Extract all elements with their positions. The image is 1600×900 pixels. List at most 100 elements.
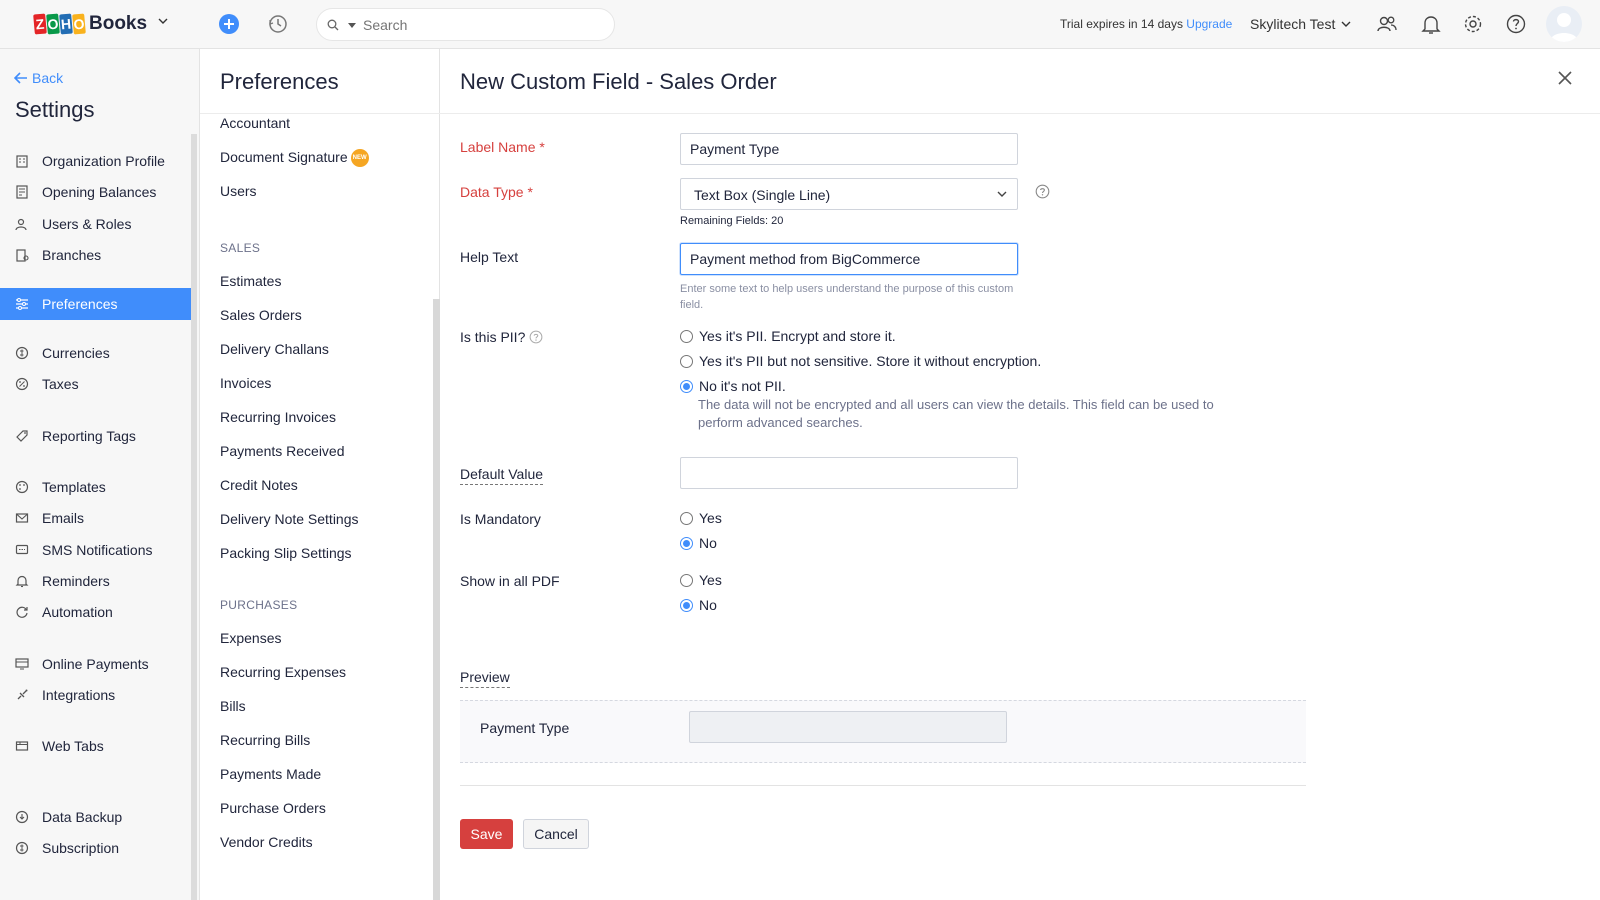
- radio-label: No: [699, 535, 717, 551]
- radio-button[interactable]: [680, 329, 693, 343]
- radio-label: Yes it's PII but not sensitive. Store it…: [699, 353, 1042, 369]
- zoho-books-logo[interactable]: Z O H O Books: [33, 12, 147, 36]
- trial-text: Trial expires in 14 days: [1060, 17, 1183, 31]
- sidebar-item-label: Templates: [42, 479, 106, 495]
- help-icon[interactable]: [1505, 13, 1527, 35]
- pref-item-recurring-expenses[interactable]: Recurring Expenses: [220, 664, 346, 680]
- subscription-icon: [15, 841, 29, 855]
- chevron-down-icon[interactable]: [158, 16, 168, 26]
- show-pdf-yes-option[interactable]: Yes: [680, 572, 722, 588]
- custom-field-form: New Custom Field - Sales Order Label Nam…: [440, 49, 1600, 900]
- sidebar-item-currencies[interactable]: Currencies: [0, 337, 191, 369]
- search-input[interactable]: [363, 15, 593, 35]
- pref-item-invoices[interactable]: Invoices: [220, 375, 271, 391]
- radio-button[interactable]: [680, 511, 693, 525]
- quick-create-button[interactable]: [219, 14, 239, 34]
- help-text-input[interactable]: [680, 243, 1018, 275]
- data-type-help-icon[interactable]: [1035, 184, 1050, 199]
- pref-item-payments-made[interactable]: Payments Made: [220, 766, 321, 782]
- save-button[interactable]: Save: [460, 819, 513, 849]
- search-bar[interactable]: [316, 8, 615, 41]
- close-icon[interactable]: [1556, 69, 1574, 87]
- preview-field-input: [689, 711, 1007, 743]
- pref-item-delivery-challans[interactable]: Delivery Challans: [220, 341, 329, 357]
- sidebar-item-web-tabs[interactable]: Web Tabs: [0, 730, 191, 762]
- pref-item-purchase-orders[interactable]: Purchase Orders: [220, 800, 326, 816]
- back-link[interactable]: Back: [14, 70, 63, 86]
- org-switcher[interactable]: Skylitech Test: [1250, 16, 1351, 32]
- data-type-value: Text Box (Single Line): [694, 187, 831, 203]
- pref-item-accountant[interactable]: Accountant: [220, 115, 290, 131]
- notification-bell-icon[interactable]: [1420, 13, 1442, 35]
- data-type-select[interactable]: Text Box (Single Line): [680, 178, 1018, 210]
- pref-item-bills[interactable]: Bills: [220, 698, 246, 714]
- pref-item-recurring-invoices[interactable]: Recurring Invoices: [220, 409, 336, 425]
- sidebar-item-reminders[interactable]: Reminders: [0, 565, 191, 597]
- history-icon[interactable]: [268, 14, 288, 34]
- pref-item-recurring-bills[interactable]: Recurring Bills: [220, 732, 310, 748]
- pref-item-document-signature[interactable]: Document Signature NEW: [220, 149, 369, 168]
- sidebar-item-users-roles[interactable]: Users & Roles: [0, 208, 191, 240]
- sidebar-item-opening-balances[interactable]: Opening Balances: [0, 176, 191, 208]
- sidebar-item-preferences[interactable]: Preferences: [0, 288, 191, 320]
- sidebar-item-automation[interactable]: Automation: [0, 596, 191, 628]
- radio-button[interactable]: [680, 354, 693, 368]
- pii-help-icon[interactable]: [529, 330, 543, 344]
- pref-item-estimates[interactable]: Estimates: [220, 273, 281, 289]
- label-name-input[interactable]: [680, 133, 1018, 165]
- back-label: Back: [32, 70, 64, 86]
- sidebar-item-branches[interactable]: Branches: [0, 239, 191, 271]
- palette-icon: [15, 480, 29, 494]
- bell-icon: [15, 574, 29, 588]
- top-bar: Z O H O Books Trial expires in 14 days U…: [0, 0, 1600, 49]
- radio-button-selected[interactable]: [680, 379, 693, 393]
- user-avatar[interactable]: [1546, 6, 1582, 42]
- show-pdf-no-option[interactable]: No: [680, 597, 717, 613]
- pref-item-packing-slip-settings[interactable]: Packing Slip Settings: [220, 545, 352, 561]
- default-value-input[interactable]: [680, 457, 1018, 489]
- radio-label: Yes: [699, 510, 722, 526]
- mandatory-yes-option[interactable]: Yes: [680, 510, 722, 526]
- automation-icon: [15, 605, 29, 619]
- sidebar-item-label: Emails: [42, 510, 85, 526]
- sidebar-item-data-backup[interactable]: Data Backup: [0, 801, 191, 833]
- pii-option-not-sensitive[interactable]: Yes it's PII but not sensitive. Store it…: [680, 353, 1041, 369]
- sidebar-item-subscription[interactable]: Subscription: [0, 832, 191, 864]
- sidebar-item-emails[interactable]: Emails: [0, 502, 191, 534]
- pref-item-users[interactable]: Users: [220, 183, 257, 199]
- sidebar-item-templates[interactable]: Templates: [0, 471, 191, 503]
- pii-option-not-pii[interactable]: No it's not PII.: [680, 378, 786, 394]
- upgrade-link[interactable]: Upgrade: [1186, 17, 1232, 31]
- sidebar-item-organization-profile[interactable]: Organization Profile: [0, 145, 191, 177]
- show-pdf-label: Show in all PDF: [460, 573, 560, 589]
- pii-label-text: Is this PII?: [460, 329, 526, 345]
- sidebar-item-integrations[interactable]: Integrations: [0, 679, 191, 711]
- chevron-down-icon: [1341, 21, 1351, 27]
- pref-item-credit-notes[interactable]: Credit Notes: [220, 477, 298, 493]
- pref-item-vendor-credits[interactable]: Vendor Credits: [220, 834, 313, 850]
- page-title: New Custom Field - Sales Order: [460, 69, 777, 94]
- refer-users-icon[interactable]: [1376, 13, 1398, 35]
- preferences-scrollbar[interactable]: [433, 299, 440, 900]
- sidebar-item-taxes[interactable]: Taxes: [0, 368, 191, 400]
- radio-button-selected[interactable]: [680, 598, 693, 612]
- radio-button[interactable]: [680, 573, 693, 587]
- help-text-hint: Enter some text to help users understand…: [680, 283, 1014, 311]
- pref-item-sales-orders[interactable]: Sales Orders: [220, 307, 302, 323]
- sidebar-item-online-payments[interactable]: Online Payments: [0, 648, 191, 680]
- sms-icon: [15, 543, 29, 557]
- radio-button-selected[interactable]: [680, 536, 693, 550]
- settings-gear-icon[interactable]: [1462, 13, 1484, 35]
- pref-item-expenses[interactable]: Expenses: [220, 630, 281, 646]
- divider: [460, 785, 1306, 786]
- pref-item-delivery-note-settings[interactable]: Delivery Note Settings: [220, 511, 359, 527]
- mandatory-no-option[interactable]: No: [680, 535, 717, 551]
- pii-option-encrypt[interactable]: Yes it's PII. Encrypt and store it.: [680, 328, 896, 344]
- cancel-button[interactable]: Cancel: [523, 819, 589, 849]
- search-filter-caret-icon[interactable]: [348, 23, 356, 28]
- sidebar-item-sms-notifications[interactable]: SMS Notifications: [0, 534, 191, 566]
- sidebar-item-label: Currencies: [42, 345, 110, 361]
- sidebar-item-reporting-tags[interactable]: Reporting Tags: [0, 420, 191, 452]
- sidebar-scrollbar[interactable]: [191, 134, 197, 900]
- pref-item-payments-received[interactable]: Payments Received: [220, 443, 345, 459]
